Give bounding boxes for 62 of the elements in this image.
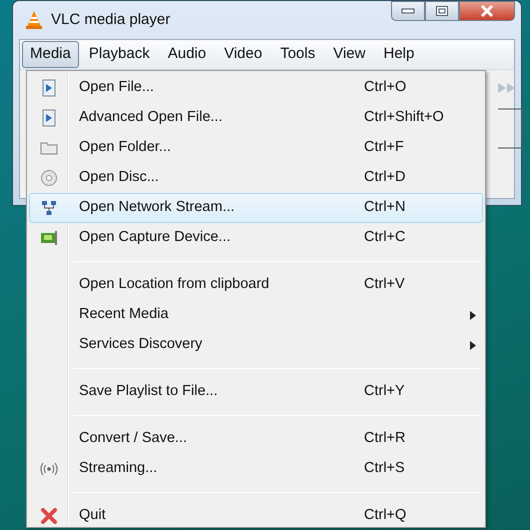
menu-item-label: Open Disc... bbox=[79, 168, 160, 188]
menu-item[interactable]: Streaming... Ctrl+S bbox=[29, 454, 483, 484]
menu-item[interactable]: Quit Ctrl+Q bbox=[29, 501, 483, 530]
cross-icon bbox=[40, 507, 58, 525]
menu-item[interactable]: Save Playlist to File... Ctrl+Y bbox=[29, 377, 483, 407]
cone-icon bbox=[25, 10, 43, 30]
shortcut-text: Ctrl+O bbox=[364, 78, 406, 98]
broadcast-icon bbox=[40, 460, 58, 478]
menu-bar-item[interactable]: Playback bbox=[80, 41, 158, 68]
menu-item[interactable]: Open File... Ctrl+O bbox=[29, 73, 483, 103]
menu-item[interactable]: Recent Media bbox=[29, 300, 483, 330]
close-button[interactable] bbox=[459, 1, 515, 21]
menu-item-label: Services Discovery bbox=[79, 335, 204, 354]
box-outline bbox=[498, 108, 524, 150]
submenu-arrow-icon bbox=[470, 310, 476, 320]
menu-item[interactable]: Convert / Save... Ctrl+R bbox=[29, 424, 483, 454]
menu-bar-item[interactable]: Media bbox=[22, 41, 79, 68]
disc-icon bbox=[40, 169, 58, 187]
menu-item[interactable]: Open Folder... Ctrl+F bbox=[29, 133, 483, 163]
menu-item-label: Advanced Open File... bbox=[79, 108, 224, 128]
menu-item-label: Open Network Stream... bbox=[79, 198, 236, 218]
menu-bar-item[interactable]: Audio bbox=[160, 41, 214, 68]
close-icon bbox=[479, 4, 495, 18]
menu-item-label: Open Location from clipboard bbox=[79, 275, 270, 294]
menu-bar-item[interactable]: Video bbox=[216, 41, 270, 68]
network-icon bbox=[40, 199, 58, 217]
menu-item[interactable]: Open Capture Device... Ctrl+C bbox=[29, 223, 483, 253]
shortcut-text: Ctrl+V bbox=[364, 275, 405, 294]
shortcut-text: Ctrl+F bbox=[364, 138, 404, 158]
menu-item[interactable]: Open Disc... Ctrl+D bbox=[29, 163, 483, 193]
minimize-button[interactable] bbox=[391, 1, 425, 21]
submenu-arrow-icon bbox=[470, 340, 476, 350]
menu-item-label: Save Playlist to File... bbox=[79, 382, 219, 402]
shortcut-text: Ctrl+N bbox=[364, 198, 406, 218]
file-play-icon bbox=[40, 79, 58, 97]
shortcut-text: Ctrl+D bbox=[364, 168, 406, 188]
menu-item[interactable]: Open Network Stream... Ctrl+N bbox=[29, 193, 483, 223]
shortcut-text: Ctrl+R bbox=[364, 429, 406, 448]
menu-item-label: Recent Media bbox=[79, 305, 170, 324]
file-play-icon bbox=[40, 109, 58, 127]
shortcut-text: Ctrl+Y bbox=[364, 382, 405, 402]
shortcut-text: Ctrl+S bbox=[364, 459, 405, 478]
maximize-button[interactable] bbox=[425, 1, 459, 21]
shortcut-text: Ctrl+Shift+O bbox=[364, 108, 444, 128]
menu-item-label: Quit bbox=[79, 506, 107, 526]
menu-item-label: Open File... bbox=[79, 78, 155, 98]
shortcut-text: Ctrl+Q bbox=[364, 506, 406, 526]
menu-bar-item[interactable]: View bbox=[325, 41, 374, 68]
capture-card-icon bbox=[40, 229, 58, 247]
menu-item-label: Open Capture Device... bbox=[79, 228, 232, 248]
window-title: VLC media player bbox=[51, 10, 170, 30]
menu-bar-item[interactable]: Tools bbox=[272, 41, 324, 68]
maximize-icon bbox=[435, 5, 449, 17]
menu-item-label: Convert / Save... bbox=[79, 429, 188, 448]
minimize-icon bbox=[401, 8, 415, 14]
shortcut-text: Ctrl+C bbox=[364, 228, 406, 248]
menu-item[interactable]: Services Discovery bbox=[29, 330, 483, 360]
menu-item[interactable]: Advanced Open File... Ctrl+Shift+O bbox=[29, 103, 483, 133]
menu-item[interactable]: Open Location from clipboard Ctrl+V bbox=[29, 270, 483, 300]
menu-item-label: Open Folder... bbox=[79, 138, 172, 158]
menu-item-label: Streaming... bbox=[79, 459, 158, 478]
menu-bar-item[interactable]: Help bbox=[375, 41, 422, 68]
